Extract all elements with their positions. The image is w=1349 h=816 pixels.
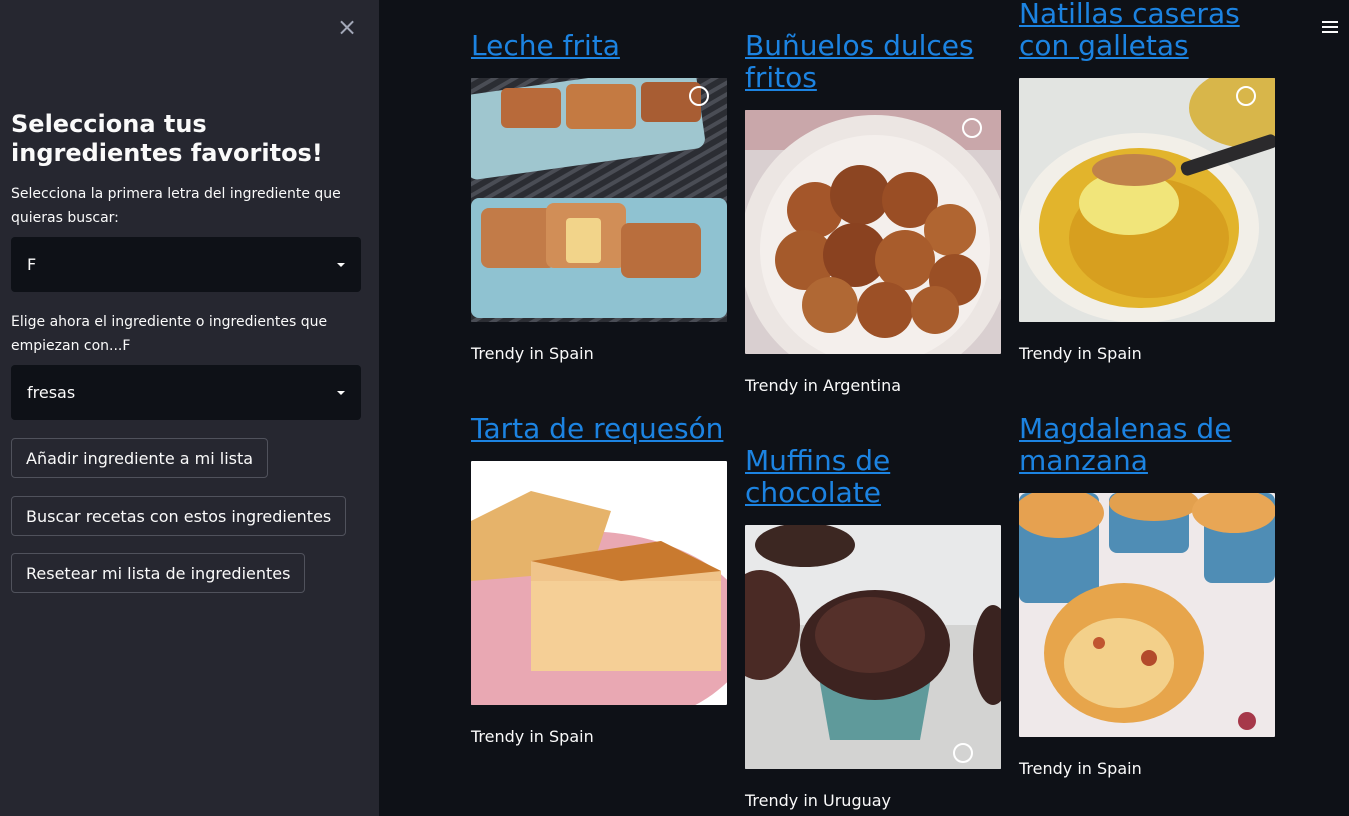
hamburger-menu-icon[interactable] bbox=[1320, 18, 1340, 38]
recipe-trend: Trendy in Spain bbox=[1019, 344, 1142, 363]
recipe-card: Buñuelos dulces fritos Trendy in Argenti… bbox=[745, 30, 1001, 396]
chevron-down-icon bbox=[337, 390, 345, 395]
ingredient-select-label: Elige ahora el ingrediente o ingrediente… bbox=[11, 314, 328, 354]
recipe-card: Muffins de chocolate Trendy in Uruguay bbox=[745, 445, 1001, 811]
recipe-title-link[interactable]: Magdalenas de manzana bbox=[1019, 413, 1275, 477]
recipe-card: Natillas caseras con galletas Trendy in … bbox=[1019, 0, 1275, 364]
recipe-trend: Trendy in Argentina bbox=[745, 376, 902, 395]
recipe-title-link[interactable]: Muffins de chocolate bbox=[745, 445, 1001, 509]
tarta-requeson-photo bbox=[471, 461, 727, 705]
letter-select[interactable]: F bbox=[11, 237, 361, 292]
recipe-card: Magdalenas de manzana Trendy in Spain bbox=[1019, 413, 1275, 779]
recipe-title-link[interactable]: Leche frita bbox=[471, 30, 727, 62]
muffins-photo bbox=[745, 525, 1001, 769]
recipe-title-link[interactable]: Tarta de requesón bbox=[471, 413, 727, 445]
close-icon[interactable]: × bbox=[336, 15, 358, 39]
recipe-trend: Trendy in Uruguay bbox=[745, 791, 892, 810]
recipe-card: Leche frita Trendy in Spain bbox=[471, 30, 727, 364]
sidebar-title: Selecciona tus ingredientes favoritos! bbox=[11, 110, 323, 167]
magdalenas-photo bbox=[1019, 493, 1275, 737]
add-ingredient-button[interactable]: Añadir ingrediente a mi lista bbox=[11, 438, 269, 478]
recipe-title-link[interactable]: Buñuelos dulces fritos bbox=[745, 30, 1001, 94]
recipe-trend: Trendy in Spain bbox=[471, 727, 594, 746]
search-recipes-button[interactable]: Buscar recetas con estos ingredientes bbox=[11, 496, 347, 536]
bunuelos-photo bbox=[745, 110, 1001, 354]
chevron-down-icon bbox=[337, 262, 345, 267]
letter-select-label: Selecciona la primera letra del ingredie… bbox=[11, 186, 341, 226]
reset-list-button[interactable]: Resetear mi lista de ingredientes bbox=[11, 553, 306, 593]
ingredient-select[interactable]: fresas bbox=[11, 365, 361, 420]
recipe-trend: Trendy in Spain bbox=[1019, 759, 1142, 778]
recipe-card: Tarta de requesón Trendy in Spain bbox=[471, 413, 727, 747]
letter-select-value: F bbox=[27, 255, 37, 274]
recipe-trend: Trendy in Spain bbox=[471, 344, 594, 363]
natillas-photo bbox=[1019, 78, 1275, 322]
leche-frita-photo bbox=[471, 78, 727, 322]
ingredient-select-value: fresas bbox=[27, 383, 76, 402]
recipe-title-link[interactable]: Natillas caseras con galletas bbox=[1019, 0, 1275, 62]
sidebar: × Selecciona tus ingredientes favoritos!… bbox=[0, 0, 379, 816]
